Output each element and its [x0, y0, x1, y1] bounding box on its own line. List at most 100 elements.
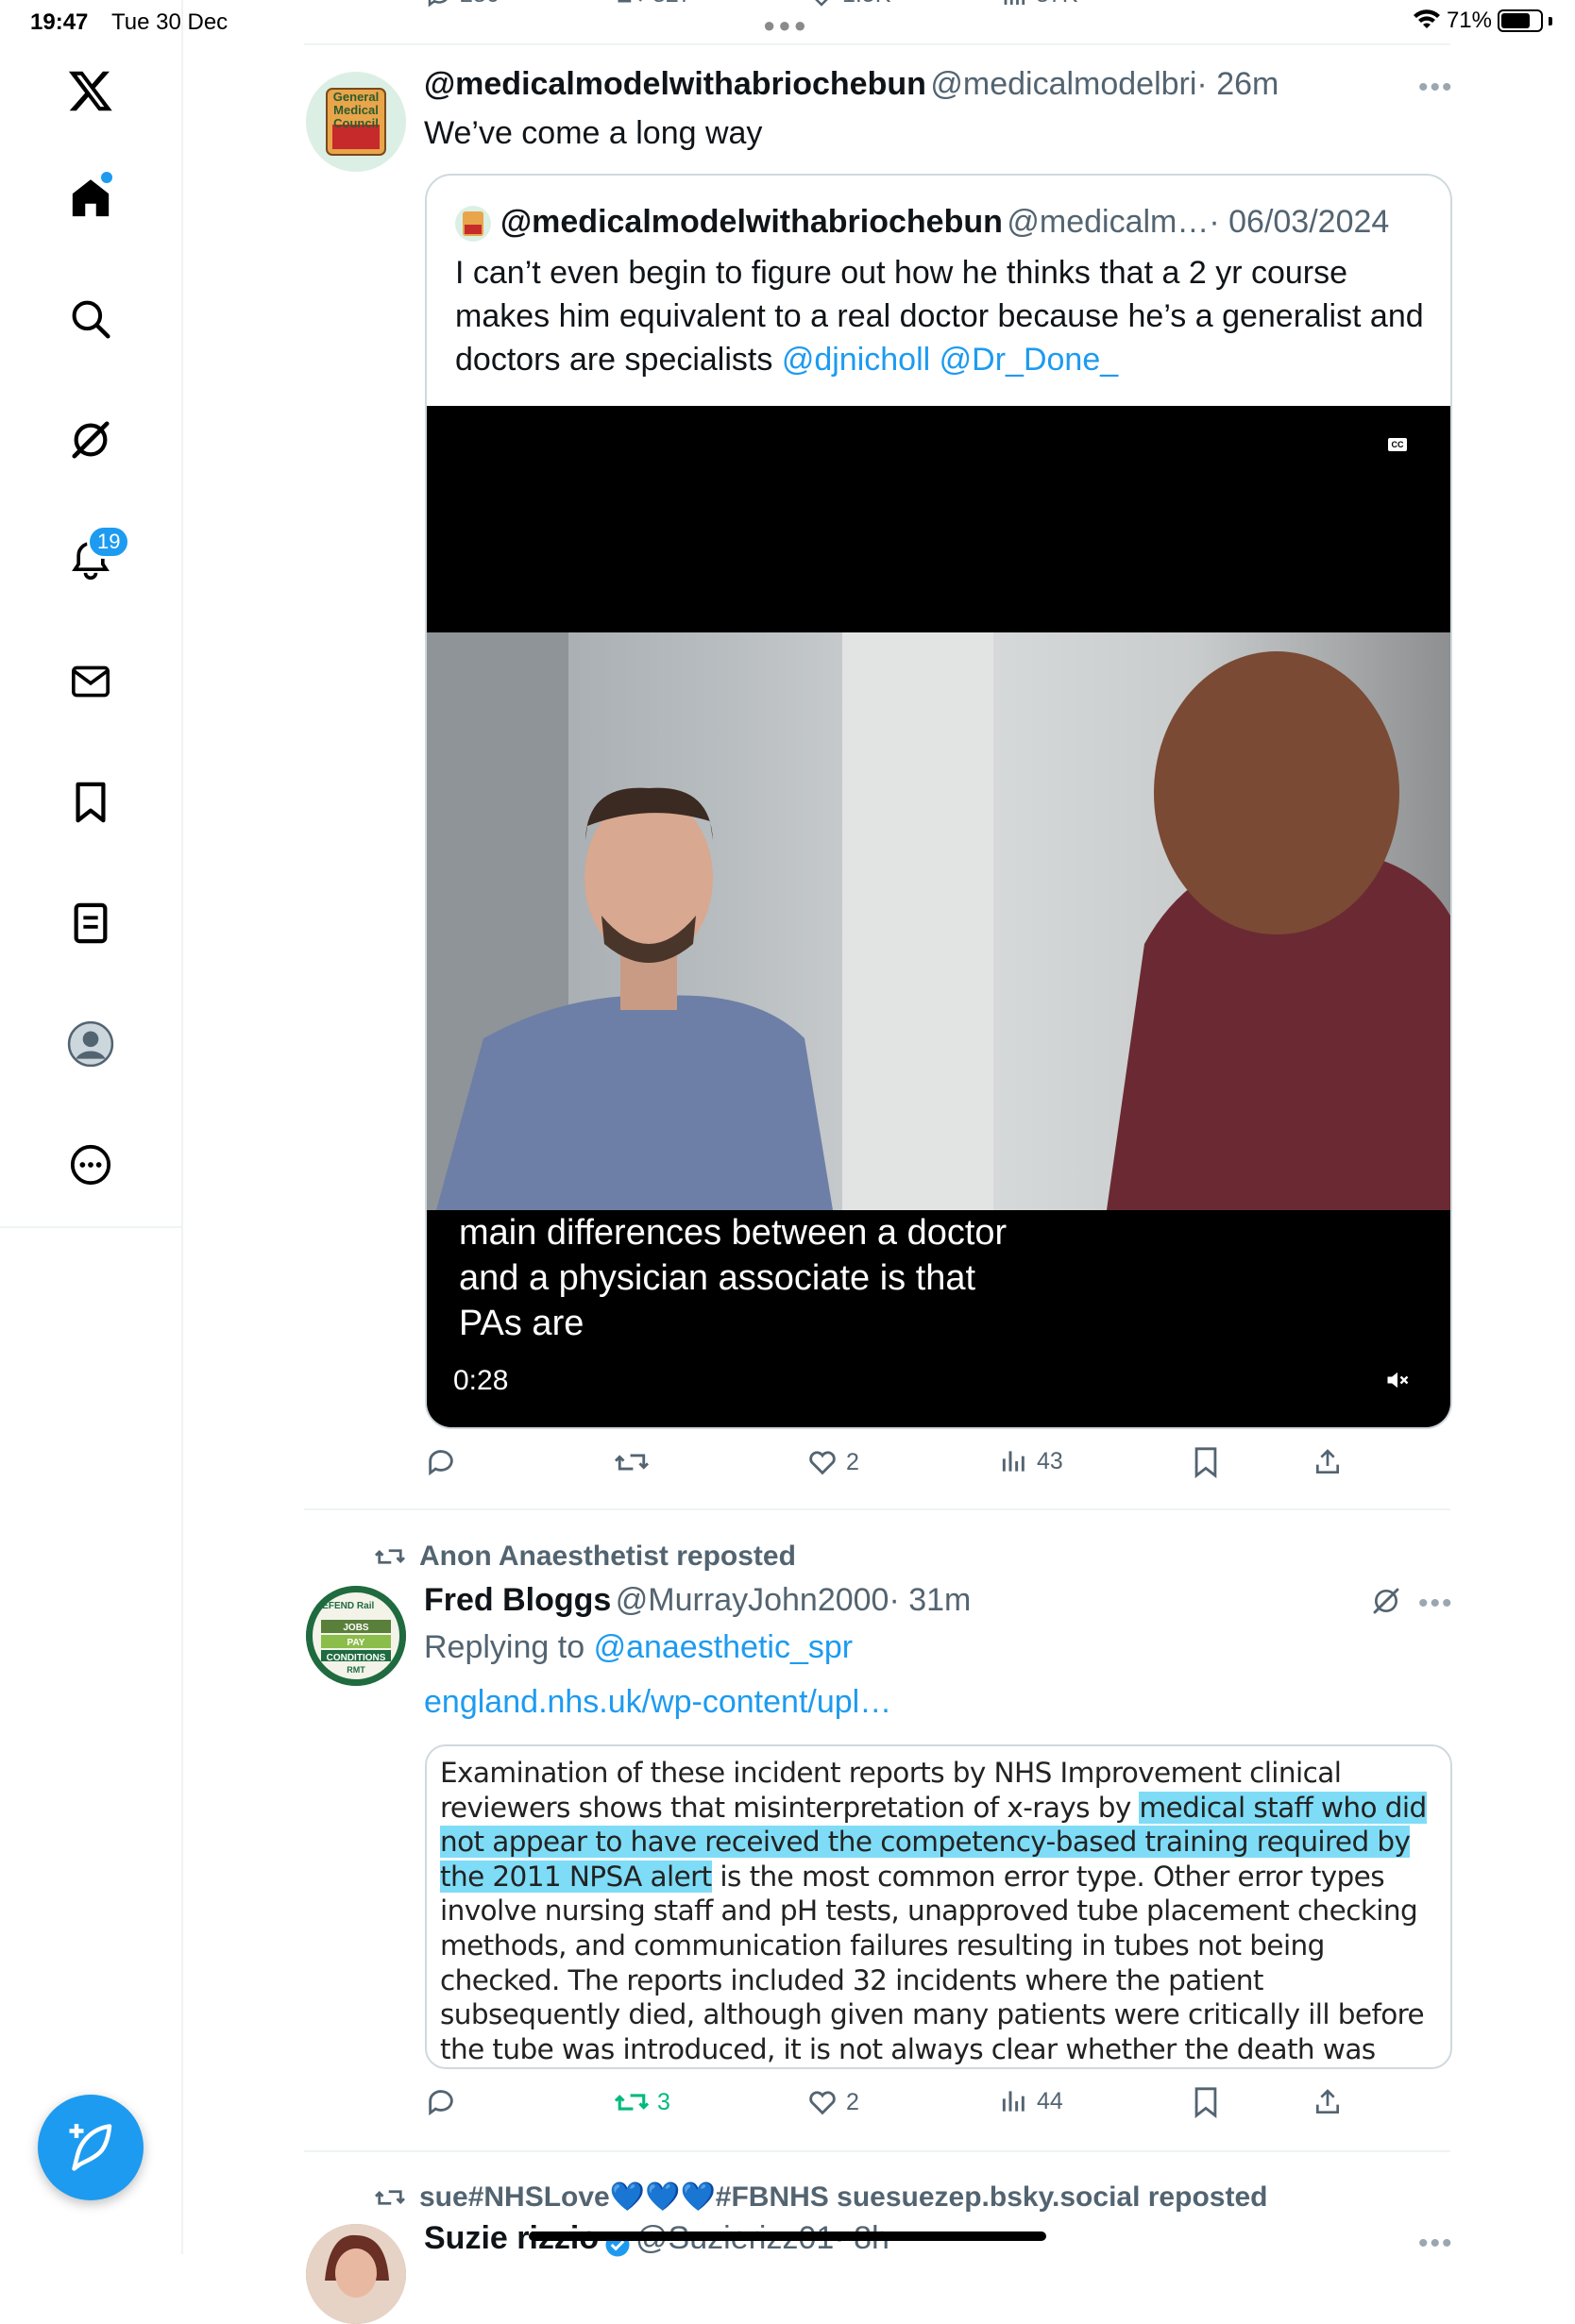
- avatar-lettering: General Medical Council: [332, 90, 380, 130]
- post-more-options-icon[interactable]: •••: [1418, 2228, 1454, 2260]
- quoted-post-date: · 06/03/2024: [1209, 204, 1390, 240]
- post-text: We’ve come a long way: [424, 115, 763, 151]
- lists-icon[interactable]: [59, 891, 123, 955]
- avatar-lettering-bands: JOBS PAY CONDITIONS: [326, 1623, 386, 1663]
- previous-replies[interactable]: 286: [425, 0, 500, 9]
- grok-icon[interactable]: [59, 408, 123, 472]
- quoted-post-card[interactable]: @medicalmodelwithabriochebun @medicalm…·…: [425, 174, 1452, 1429]
- bookmark-icon: [1194, 2087, 1217, 2118]
- sidebar: 19: [0, 0, 183, 2254]
- quoted-mentions[interactable]: @djnicholl @Dr_Done_: [782, 342, 1118, 378]
- author-handle[interactable]: @MurrayJohn2000: [616, 1582, 889, 1618]
- share-icon: [1316, 2089, 1339, 2113]
- image-document-text: Examination of these incident reports by…: [440, 1757, 1427, 2065]
- replying-to: Replying to @anaesthetic_spr: [424, 1629, 853, 1666]
- video-timestamp: 0:28: [453, 1365, 509, 1396]
- post-time[interactable]: · 31m: [889, 1582, 971, 1618]
- messages-mail-icon[interactable]: [59, 649, 123, 714]
- like-count: 2: [846, 1448, 859, 1475]
- reply-icon: [429, 1450, 453, 1476]
- author-avatar[interactable]: DEFEND Rail JOBS PAY CONDITIONS RMT: [306, 1586, 406, 1686]
- repost-context[interactable]: Anon Anaesthetist reposted: [374, 1541, 796, 1573]
- quoted-post-header: @medicalmodelwithabriochebun @medicalm…·…: [500, 204, 1389, 241]
- home-unread-dot: [101, 172, 112, 183]
- views-button[interactable]: 44: [999, 2086, 1063, 2116]
- views-button[interactable]: 43: [999, 1446, 1063, 1476]
- attached-image[interactable]: Examination of these incident reports by…: [425, 1744, 1452, 2069]
- repost-context[interactable]: sue#NHSLove💙💙💙#FBNHS suesuezep.bsky.soci…: [374, 2181, 1267, 2214]
- like-button[interactable]: 2: [806, 2086, 859, 2118]
- quoted-text-line-1: I can’t even begin to figure out how he …: [455, 255, 1348, 291]
- home-indicator[interactable]: [529, 2231, 1046, 2241]
- author-handle[interactable]: @medicalmodelbri: [930, 66, 1196, 102]
- view-count: 43: [1037, 1447, 1063, 1474]
- post-header: @medicalmodelwithabriochebun @medicalmod…: [424, 66, 1279, 103]
- previous-post-action-row: 286 827 1.5K 87K: [425, 0, 1331, 13]
- profile-avatar-icon[interactable]: [59, 1012, 123, 1076]
- bookmark-button[interactable]: [1192, 1446, 1220, 1478]
- heart-icon: [809, 2091, 836, 2115]
- quoted-author-handle: @medicalm…: [1007, 204, 1210, 240]
- search-icon[interactable]: [59, 287, 123, 351]
- battery-icon: [1498, 9, 1543, 32]
- post-more-options-icon[interactable]: •••: [1418, 1588, 1454, 1620]
- share-icon: [1316, 1449, 1339, 1474]
- battery-percent: 71%: [1446, 8, 1492, 33]
- previous-reposts-count: 827: [652, 0, 692, 8]
- previous-views-count: 87K: [1036, 0, 1077, 8]
- sidebar-divider: [0, 1226, 181, 1228]
- author-avatar[interactable]: General Medical Council: [306, 72, 406, 172]
- author-avatar[interactable]: [306, 2224, 406, 2324]
- home-icon[interactable]: [59, 166, 123, 230]
- compose-post-button[interactable]: [38, 2095, 144, 2200]
- bookmark-button[interactable]: [1192, 2086, 1220, 2118]
- heart-icon: [809, 1451, 836, 1475]
- bookmark-icon: [1194, 1447, 1217, 1478]
- video-frame: [427, 632, 1450, 1210]
- like-button[interactable]: 2: [806, 1446, 859, 1478]
- status-right: 71%: [1413, 8, 1552, 34]
- post-divider: [304, 43, 1450, 45]
- replying-to-label: Replying to: [424, 1629, 585, 1665]
- view-count: 44: [1037, 2087, 1063, 2114]
- repost-button[interactable]: [614, 1446, 657, 1478]
- closed-captions-icon[interactable]: CC: [1388, 438, 1407, 451]
- post-more-options-icon[interactable]: •••: [1418, 72, 1454, 104]
- like-count: 2: [846, 2088, 859, 2115]
- share-button[interactable]: [1312, 2086, 1343, 2118]
- share-button[interactable]: [1312, 1446, 1343, 1478]
- notifications-bell-icon[interactable]: 19: [59, 525, 131, 593]
- quoted-author-avatar: [455, 206, 491, 242]
- previous-replies-count: 286: [460, 0, 500, 8]
- battery-tip: [1549, 16, 1552, 25]
- post-divider: [304, 1508, 1450, 1510]
- wifi-icon: [1413, 9, 1440, 28]
- repost-icon: [375, 2189, 405, 2205]
- grok-explain-icon[interactable]: [1371, 1586, 1401, 1621]
- reply-button[interactable]: [425, 2086, 465, 2118]
- notifications-badge: 19: [87, 525, 131, 559]
- post-header: Fred Bloggs @MurrayJohn2000· 31m: [424, 1582, 971, 1619]
- post-link[interactable]: england.nhs.uk/wp-content/upl…: [424, 1684, 891, 1721]
- replying-to-handle[interactable]: @anaesthetic_spr: [594, 1629, 854, 1665]
- author-display-name[interactable]: Fred Bloggs: [424, 1582, 611, 1618]
- bookmarks-icon[interactable]: [59, 770, 123, 834]
- multitasking-dots-icon[interactable]: ●●●: [763, 13, 809, 38]
- author-display-name[interactable]: @medicalmodelwithabriochebun: [424, 66, 926, 102]
- previous-likes-count: 1.5K: [842, 0, 890, 8]
- more-options-icon[interactable]: [59, 1133, 123, 1197]
- mute-icon[interactable]: [1384, 1367, 1411, 1398]
- repost-count: 3: [657, 2088, 670, 2115]
- avatar-lettering-rmt: RMT: [347, 1665, 365, 1675]
- views-chart-icon: [1002, 1451, 1025, 1472]
- previous-views[interactable]: 87K: [1001, 0, 1077, 9]
- quoted-author-display-name: @medicalmodelwithabriochebun: [500, 204, 1003, 240]
- previous-reposts[interactable]: 827: [614, 0, 692, 9]
- previous-likes[interactable]: 1.5K: [807, 0, 890, 9]
- video-player[interactable]: CC main differences between a doctor and…: [427, 406, 1450, 1427]
- reply-icon: [429, 2090, 453, 2116]
- reply-button[interactable]: [425, 1446, 465, 1478]
- x-logo-icon[interactable]: [59, 59, 123, 123]
- post-time[interactable]: · 26m: [1196, 66, 1279, 102]
- repost-button[interactable]: 3: [614, 2086, 670, 2118]
